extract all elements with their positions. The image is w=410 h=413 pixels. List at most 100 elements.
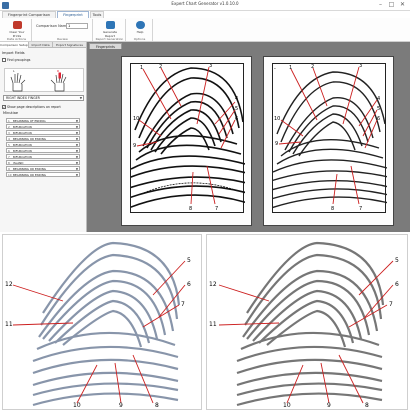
marker-label: 1 xyxy=(289,65,292,71)
hand-selector[interactable]: R L xyxy=(4,68,84,92)
tab-fingerprint-search[interactable]: Fingerprint Search xyxy=(57,11,89,24)
find-groupings-label: Find groupings xyxy=(7,58,31,62)
minutia-select[interactable]: 10BEGINNING OR ENDING ▼ xyxy=(6,172,80,177)
app-window: Expert Chart Generator v1.0.10.0 – □ ✕ F… xyxy=(0,0,410,232)
tab-comparison-setup[interactable]: Comparison Setup xyxy=(0,42,29,48)
marker-label: 5 xyxy=(187,257,191,264)
chevron-down-icon: ▼ xyxy=(75,161,78,165)
ribbon-group-review: Comparison Name 1 Review xyxy=(33,19,93,41)
marker-line xyxy=(290,68,318,121)
chevron-down-icon: ▼ xyxy=(75,149,78,153)
marker-label: 9 xyxy=(133,143,136,149)
chevron-down-icon: ▼ xyxy=(75,155,78,159)
marker-label: 7 xyxy=(181,301,185,308)
marker-line xyxy=(364,119,378,149)
marker-label: 12 xyxy=(209,281,217,288)
minutia-select[interactable]: 8 ISLAND ▼ xyxy=(6,160,80,165)
right-print-frame: 1 2 3 4 5 6 7 8 9 10 - xyxy=(272,63,387,214)
find-groupings-checkbox[interactable]: Find groupings xyxy=(2,58,30,62)
minutia-select[interactable]: 2 BIFURCATION ▼ xyxy=(6,124,80,129)
minutia-select[interactable]: 3 BIFURCATION ▼ xyxy=(6,130,80,135)
marker-label: 2 xyxy=(311,64,314,70)
minutia-select[interactable]: 5 BIFURCATION ▼ xyxy=(6,142,80,147)
marker-line xyxy=(362,109,378,137)
tab-fingerprint-comparison[interactable]: Fingerprint Comparison xyxy=(2,11,56,18)
import-fields-heading: Import Fields xyxy=(2,51,25,55)
minutia-type: BEGINNING OF ENDING xyxy=(13,119,46,123)
tab-import-data[interactable]: Import Data xyxy=(29,42,53,48)
marker-label: 6 xyxy=(377,116,380,122)
marker-label: 5 xyxy=(395,257,399,264)
marker-line xyxy=(142,68,172,120)
tab-tools[interactable]: Tools xyxy=(90,11,104,18)
marker-label: 4 xyxy=(377,96,380,102)
hands-icon: R L xyxy=(10,69,67,92)
marker-label: 6 xyxy=(235,116,238,122)
minutia-type: ISLAND xyxy=(13,161,24,165)
minutia-type: BEGINNING OR ENDING xyxy=(13,173,46,177)
marker-label: 11 xyxy=(209,321,217,328)
generate-report-button[interactable]: Generate Report xyxy=(99,20,121,38)
minutia-type: BIFURCATION xyxy=(13,155,32,159)
minimize-button[interactable]: – xyxy=(376,1,385,9)
zoom-left-fingerprint-image[interactable]: 5 6 7 8 9 10 11 12 xyxy=(3,235,201,409)
svg-text:L: L xyxy=(13,69,15,73)
title-bar: Expert Chart Generator v1.0.10.0 – □ ✕ xyxy=(0,0,410,11)
comparison-name-input[interactable]: 1 xyxy=(66,23,88,29)
left-print-page: 1 2 3 4 5 6 7 8 9 10 xyxy=(121,56,252,226)
maximize-button[interactable]: □ xyxy=(387,1,396,9)
marker-label: 7 xyxy=(215,206,218,212)
marker-line xyxy=(214,101,236,125)
right-fingerprint-image[interactable]: 1 2 3 4 5 6 7 8 9 10 - xyxy=(273,63,387,214)
marker-label: 6 xyxy=(395,281,399,288)
minutia-type: BIFURCATION xyxy=(13,143,32,147)
marker-label: 10 xyxy=(283,402,291,409)
show-descriptions-checkbox[interactable]: ✓Show page descriptions on report xyxy=(2,105,61,109)
marker-label: 8 xyxy=(365,402,369,409)
help-button[interactable]: Help xyxy=(129,20,151,36)
close-button[interactable]: ✕ xyxy=(398,1,407,9)
minutiae-heading: Minutiae xyxy=(3,111,19,115)
marker-label: 3 xyxy=(359,64,362,69)
chevron-down-icon: ▼ xyxy=(75,137,78,141)
marker-label: 9 xyxy=(327,402,331,409)
ribbon-group-options: Help Options xyxy=(127,19,153,41)
ribbon-group-data-actions: Clear Your Prints Data Actions xyxy=(2,19,32,41)
minutia-type: BIFURCATION xyxy=(13,125,32,129)
finger-select[interactable]: RIGHT INDEX FINGER ▼ xyxy=(3,95,84,101)
minutia-select[interactable]: 4 BEGINNING OR ENDING ▼ xyxy=(6,136,80,141)
clear-prints-button[interactable]: Clear Your Prints xyxy=(6,20,28,38)
chevron-down-icon: ▼ xyxy=(75,167,78,171)
marker-line xyxy=(358,260,394,296)
help-label: Help xyxy=(136,30,144,34)
marker-label: 4 xyxy=(235,96,238,102)
left-fingerprint-image[interactable]: 1 2 3 4 5 6 7 8 9 10 xyxy=(131,63,245,214)
minutia-select[interactable]: 9 BEGINNING OR ENDING ▼ xyxy=(6,166,80,171)
group-label-review: Review xyxy=(57,37,68,41)
minutia-type: BEGINNING OR ENDING xyxy=(13,137,46,141)
marker-line xyxy=(160,67,182,107)
finger-select-value: RIGHT INDEX FINGER xyxy=(6,96,40,100)
window-title: Expert Chart Generator v1.0.10.0 xyxy=(171,1,239,6)
minutia-select[interactable]: 6 BIFURCATION ▼ xyxy=(6,148,80,153)
marker-label: 9 xyxy=(275,141,278,147)
marker-label: - xyxy=(274,66,276,72)
marker-label: 10 xyxy=(73,402,81,409)
group-label-report: Report Generation xyxy=(95,37,124,41)
minutia-type: BIFURCATION xyxy=(13,131,32,135)
comparison-name-label: Comparison Name xyxy=(36,24,69,28)
tab-fingerprints[interactable]: Fingerprints xyxy=(89,43,122,49)
selected-finger-marker xyxy=(58,72,61,79)
chevron-down-icon: ▼ xyxy=(75,131,78,135)
minutia-select[interactable]: 7 BIFURCATION ▼ xyxy=(6,154,80,159)
marker-label: 10 xyxy=(133,116,139,122)
tab-export-signatures[interactable]: Export Signatures xyxy=(53,42,87,48)
zoom-view-right: 5 6 7 8 9 10 11 12 xyxy=(206,234,408,410)
eraser-icon xyxy=(12,21,22,29)
marker-label: 5 xyxy=(377,106,380,112)
marker-line xyxy=(206,165,216,205)
marker-label: 9 xyxy=(119,402,123,409)
chevron-down-icon: ▼ xyxy=(75,125,78,129)
minutia-select[interactable]: 1 BEGINNING OF ENDING ▼ xyxy=(6,118,80,123)
zoom-right-fingerprint-image[interactable]: 5 6 7 8 9 10 11 12 xyxy=(207,235,407,409)
